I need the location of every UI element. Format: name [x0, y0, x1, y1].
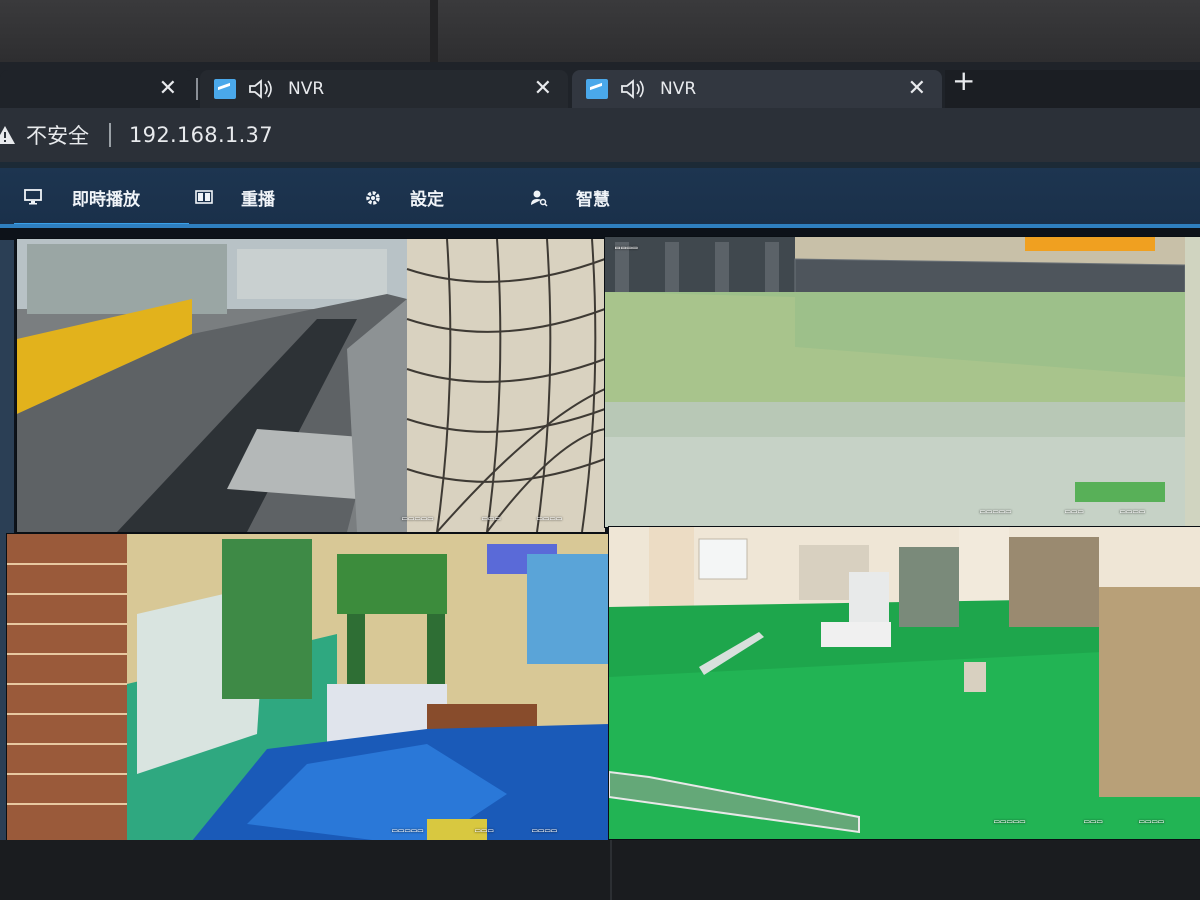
- url-text[interactable]: 192.168.1.37: [129, 123, 273, 147]
- monitor-bottom-bezel: [0, 840, 1200, 900]
- tab-separator: [196, 78, 198, 100]
- camera-name-osd: ▭▭▭: [475, 826, 495, 836]
- nav-label: 設定: [410, 189, 444, 210]
- tab-strip-empty: [945, 70, 1200, 108]
- tab-title: NVR: [288, 79, 325, 99]
- address-bar[interactable]: 不安全 192.168.1.37: [0, 108, 1200, 162]
- nav-label: 即時播放: [72, 189, 140, 210]
- nav-label: 重播: [241, 189, 275, 210]
- camera-image: [609, 527, 1200, 839]
- monitor-seam: [610, 840, 612, 900]
- tab-nvr-2[interactable]: NVR ✕: [572, 70, 942, 108]
- nav-smart[interactable]: 智慧: [530, 182, 610, 212]
- camera-feed-2[interactable]: ▭▭▭▭ ▭▭▭▭▭ ▭▭▭ ▭▭▭▭: [604, 236, 1200, 528]
- nav-settings[interactable]: 設定: [364, 182, 444, 212]
- camera-name-osd: ▭▭▭: [1084, 817, 1104, 827]
- camera-time-osd: ▭▭▭▭: [1120, 507, 1146, 517]
- camera-time-osd: ▭▭▭▭: [1139, 817, 1165, 827]
- nvr-navigation: 即時播放 重播 設定 智慧: [0, 168, 1200, 226]
- camera-timestamp: ▭▭▭▭▭: [402, 514, 435, 524]
- close-icon[interactable]: ✕: [908, 76, 926, 101]
- close-icon[interactable]: ✕: [534, 76, 552, 101]
- tab-previous[interactable]: ✕: [0, 70, 195, 108]
- monitor-icon: [24, 189, 42, 205]
- nav-live-view[interactable]: 即時播放: [14, 182, 189, 226]
- camera-feed-4[interactable]: ▭▭▭▭▭ ▭▭▭ ▭▭▭▭: [608, 526, 1200, 840]
- speaker-icon[interactable]: [248, 78, 274, 100]
- address-divider: [109, 123, 111, 147]
- monitor-bezel: [0, 0, 1200, 62]
- security-status[interactable]: 不安全: [26, 120, 89, 150]
- camera-label-osd: ▭▭▭▭: [615, 243, 639, 252]
- favicon-icon: [586, 79, 608, 99]
- bezel-seam: [430, 0, 438, 62]
- gear-icon: [364, 189, 382, 205]
- camera-timestamp: ▭▭▭▭▭: [980, 507, 1013, 517]
- speaker-icon[interactable]: [620, 78, 646, 100]
- camera-name-osd: ▭▭▭: [1065, 507, 1085, 517]
- camera-time-osd: ▭▭▭▭: [537, 514, 563, 524]
- tab-title: NVR: [660, 79, 697, 99]
- camera-feed-3[interactable]: ▭▭▭▭▭ ▭▭▭ ▭▭▭▭: [6, 533, 610, 848]
- user-search-icon: [530, 189, 548, 207]
- camera-timestamp: ▭▭▭▭▭: [392, 826, 425, 836]
- warning-icon[interactable]: [0, 125, 15, 145]
- close-icon[interactable]: ✕: [159, 76, 177, 101]
- camera-timestamp: ▭▭▭▭▭: [994, 817, 1027, 827]
- playback-icon: [195, 189, 213, 205]
- nav-playback[interactable]: 重播: [195, 182, 275, 212]
- new-tab-button[interactable]: +: [952, 64, 975, 97]
- nav-label: 智慧: [576, 189, 610, 210]
- camera-feed-1[interactable]: ▭▭▭▭▭ ▭▭▭ ▭▭▭▭: [16, 238, 606, 533]
- camera-image: [605, 237, 1200, 527]
- camera-image: [7, 534, 609, 847]
- camera-time-osd: ▭▭▭▭: [532, 826, 558, 836]
- camera-name-osd: ▭▭▭: [482, 514, 502, 524]
- favicon-icon: [214, 79, 236, 99]
- tab-nvr-1[interactable]: NVR ✕: [200, 70, 568, 108]
- camera-image: [17, 239, 605, 532]
